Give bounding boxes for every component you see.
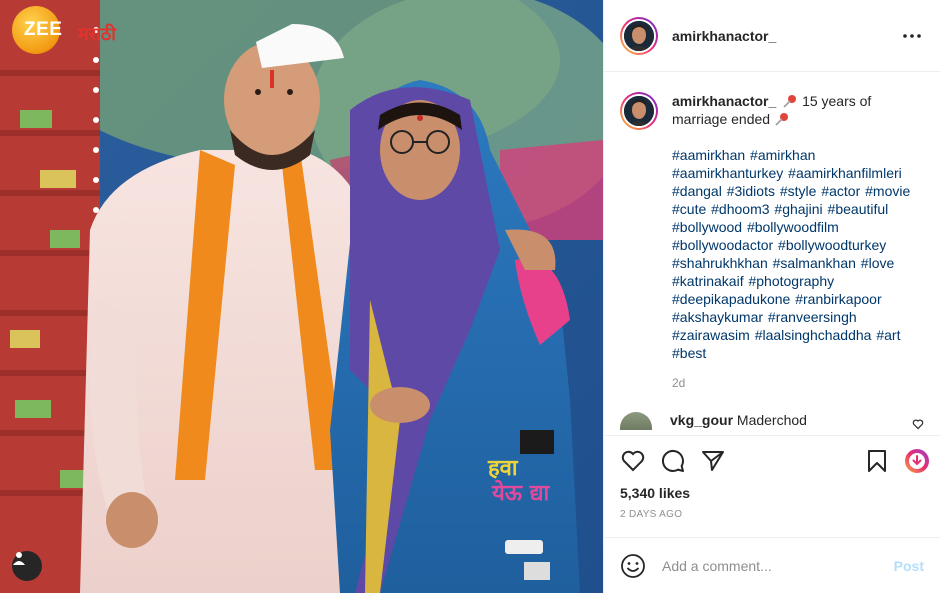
comment-item: vkg_gour Maderchod [620,412,924,430]
post-image[interactable]: हवा येऊ द्या ZEE मराठी [0,0,603,593]
bookmark-icon [868,449,886,472]
watermark-brand-suffix: मराठी [78,24,116,44]
post-photo-illustration: हवा येऊ द्या [0,0,603,593]
comment-icon [661,449,684,472]
post-side-panel: amirkhanactor_ amirkhanactor_ 15 years o… [603,0,940,593]
more-options-button[interactable] [900,24,924,48]
download-circle-icon [905,448,929,473]
caption-username[interactable]: amirkhanactor_ [672,93,776,109]
comment-body: vkg_gour Maderchod [670,412,807,428]
likes-count[interactable]: 5,340 likes [604,485,940,505]
tagged-users-button[interactable] [12,551,42,581]
heart-icon [621,450,645,471]
pushpin-icon [775,113,788,126]
post-date[interactable]: 2 DAYS AGO [604,509,940,525]
pushpin-icon [783,95,797,108]
caption-time[interactable]: 2d [672,374,924,392]
caption-avatar[interactable] [620,92,658,130]
like-button[interactable] [620,448,646,474]
caption-hashtags[interactable]: #aamirkhan #amirkhan #aamirkhanturkey #a… [672,146,924,362]
add-comment-bar: Add a comment... Post [604,537,940,593]
send-icon [702,450,724,471]
svg-text:हवा: हवा [487,456,519,481]
comment-text: Maderchod [736,412,807,428]
comment-username[interactable]: vkg_gour [670,412,733,428]
profile-photo [624,96,654,126]
download-extension-button[interactable] [904,448,930,474]
profile-photo [624,20,654,51]
header-username[interactable]: amirkhanactor_ [672,28,776,44]
smiley-icon [621,553,645,578]
watermark-brand: ZEE [24,19,63,40]
avatar[interactable] [620,16,658,55]
user-icon [13,552,25,565]
save-button[interactable] [864,448,890,474]
comment-button[interactable] [660,448,686,474]
channel-watermark: ZEE मराठी [12,6,116,54]
comment-like-heart-icon[interactable] [912,418,924,430]
caption: amirkhanactor_ 15 years of marriage ende… [620,92,924,392]
caption-body: amirkhanactor_ 15 years of marriage ende… [672,92,924,392]
comments-area: amirkhanactor_ 15 years of marriage ende… [604,72,940,435]
action-bar [604,435,940,485]
post-comment-button[interactable]: Post [894,558,924,574]
comment-input[interactable]: Add a comment... [662,558,894,574]
comment-avatar[interactable] [620,412,652,430]
instagram-post: हवा येऊ द्या ZEE मराठी amirkhanactor_ am… [0,0,940,593]
svg-text:येऊ द्या: येऊ द्या [491,479,551,506]
share-button[interactable] [700,448,726,474]
avatar-image [624,20,654,51]
post-header: amirkhanactor_ [604,0,940,72]
more-horizontal-icon [903,33,921,38]
emoji-button[interactable] [620,553,646,579]
